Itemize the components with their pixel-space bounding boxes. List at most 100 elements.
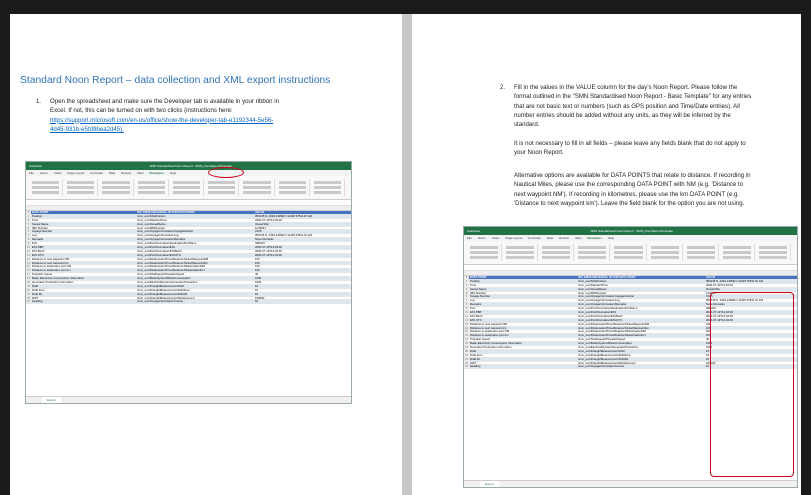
universal-id-cell[interactable]: /smn_uvo/VoyageInformation/VoyageNumber bbox=[577, 295, 705, 298]
data-point-cell[interactable]: Voyage Number bbox=[31, 230, 136, 233]
universal-id-cell[interactable]: /smn_uvo/PortInformation/ETABerth bbox=[136, 250, 254, 253]
ribbon-control[interactable] bbox=[208, 191, 236, 194]
universal-id-cell[interactable]: /smn_uvo/IMONumber bbox=[136, 227, 254, 230]
ribbon-control[interactable] bbox=[243, 191, 271, 194]
data-point-cell[interactable]: Generator Production Information bbox=[31, 281, 136, 284]
universal-id-cell[interactable]: /smn_uvo/Shaftspeed/PropellerSpeed bbox=[577, 338, 705, 341]
ribbon-control[interactable] bbox=[470, 246, 499, 249]
value-cell[interactable]: 051045 N, 4494.1405E N 12118 07811 W 123 bbox=[705, 280, 797, 283]
value-cell[interactable]: 2020-07-13T14:32:00 bbox=[254, 254, 351, 257]
data-point-cell[interactable]: Distance to destination port NM bbox=[31, 265, 136, 268]
ribbon-control[interactable] bbox=[506, 256, 535, 259]
data-point-cell[interactable]: Boiler Electricity Consumption Informati… bbox=[31, 277, 136, 280]
ribbon-control[interactable] bbox=[102, 191, 130, 194]
value-cell[interactable]: 10 bbox=[254, 300, 351, 303]
universal-id-cell[interactable]: /smn_uvo/ShipPosition bbox=[136, 215, 254, 218]
universal-id-cell[interactable]: /smn_uvo/PortInformation/ETAUTS bbox=[577, 319, 705, 322]
data-point-cell[interactable]: Distance to next waypoint NM bbox=[31, 258, 136, 261]
data-point-cell[interactable]: Distance to destination port km bbox=[469, 334, 577, 337]
universal-id-cell[interactable]: /smn_uvo/VoyageInformation/Leg bbox=[136, 234, 254, 237]
data-point-cell[interactable]: Voyage Number bbox=[469, 295, 577, 298]
data-point-cell[interactable]: Position bbox=[469, 280, 577, 283]
ribbon-control[interactable] bbox=[542, 256, 571, 259]
universal-id-cell[interactable]: /smn_uvo/DistanceAndTime/DistanceToNextW… bbox=[577, 323, 705, 326]
data-point-cell[interactable]: Remarks bbox=[469, 303, 577, 306]
ribbon-control[interactable] bbox=[172, 181, 201, 184]
value-cell[interactable]: V125 bbox=[254, 230, 351, 233]
universal-id-cell[interactable]: /smn_uvo/VoyageInformation/Remarks bbox=[136, 238, 254, 241]
ribbon-control[interactable] bbox=[686, 256, 715, 259]
universal-id-cell[interactable]: /smn_uvo/IMONumber bbox=[577, 292, 705, 295]
value-cell[interactable]: OceanShip bbox=[705, 288, 797, 291]
ribbon-control[interactable] bbox=[758, 251, 787, 254]
data-point-cell[interactable]: Vessel Name bbox=[31, 223, 136, 226]
ribbon-control[interactable] bbox=[137, 181, 165, 184]
data-point-cell[interactable]: Distance to destination port NM bbox=[469, 330, 577, 333]
data-point-cell[interactable]: Draft bbox=[469, 350, 577, 353]
developer-tab-help-link-cont[interactable]: 4d45-931b-e5fd9bea2d45). bbox=[50, 125, 395, 134]
ribbon-control[interactable] bbox=[614, 246, 643, 249]
value-cell[interactable]: 2020-07-13T14:32:00 bbox=[254, 250, 351, 253]
universal-id-cell[interactable]: /smn_uvo/PortInformation/DestinationPort… bbox=[136, 242, 254, 245]
universal-id-cell[interactable]: /smn_uvo/BoilerSystem/BoilerConsumption bbox=[136, 277, 254, 280]
ribbon-control[interactable] bbox=[243, 181, 271, 184]
universal-id-cell[interactable]: /smn_uvo/PortInformation/ETA bbox=[136, 246, 254, 249]
data-point-cell[interactable]: Propeller Speed bbox=[469, 338, 577, 341]
data-point-cell[interactable]: ETA PBP bbox=[31, 246, 136, 249]
ribbon-control[interactable] bbox=[208, 181, 236, 184]
universal-id-cell[interactable]: /smn_uvo/DraughtMeasurement/Displacement bbox=[136, 297, 254, 300]
data-point-cell[interactable]: ETA UTS bbox=[469, 319, 577, 322]
data-point-cell[interactable]: DWT bbox=[469, 362, 577, 365]
universal-id-cell[interactable]: /smn_uvo/PortInformation/ETABerth bbox=[577, 315, 705, 318]
ribbon-control[interactable] bbox=[542, 246, 571, 249]
ribbon-control[interactable] bbox=[67, 186, 95, 189]
data-point-cell[interactable]: Distance to next waypoint km bbox=[31, 262, 136, 265]
value-cell[interactable]: 1000 bbox=[254, 277, 351, 280]
value-cell[interactable]: 10 bbox=[254, 293, 351, 296]
ribbon-control[interactable] bbox=[506, 246, 535, 249]
data-point-cell[interactable]: Heading bbox=[31, 300, 136, 303]
universal-id-cell[interactable]: /smn_uvo/DraughtMeasurement/DraftFore bbox=[577, 354, 705, 357]
ribbon-control[interactable] bbox=[614, 251, 643, 254]
value-cell[interactable]: 100 bbox=[254, 262, 351, 265]
ribbon-control[interactable] bbox=[278, 181, 306, 184]
ribbon-control[interactable] bbox=[650, 246, 679, 249]
value-cell[interactable]: 100000 bbox=[254, 297, 351, 300]
data-point-cell[interactable]: Remarks bbox=[31, 238, 136, 241]
universal-id-cell[interactable]: /smn_uvo/DistanceAndTime/DistanceToNextW… bbox=[577, 327, 705, 330]
ribbon-control[interactable] bbox=[470, 256, 499, 259]
data-point-cell[interactable]: Draft Fore bbox=[31, 289, 136, 292]
value-cell[interactable]: 100 bbox=[254, 258, 351, 261]
data-point-cell[interactable]: DWT bbox=[31, 297, 136, 300]
universal-id-cell[interactable]: /smn_uvo/ElectricalSystem/GeneratorProdu… bbox=[136, 281, 254, 284]
data-point-cell[interactable]: Boiler Electricity Consumption Informati… bbox=[469, 342, 577, 345]
value-cell[interactable]: 100 bbox=[254, 265, 351, 268]
ribbon-control[interactable] bbox=[758, 256, 787, 259]
data-point-cell[interactable]: ETA Berth bbox=[31, 250, 136, 253]
value-cell[interactable]: 1234567 bbox=[254, 227, 351, 230]
ribbon-control[interactable] bbox=[614, 256, 643, 259]
universal-id-cell[interactable]: /smn_uvo/VoyageInformation/Course bbox=[136, 300, 254, 303]
universal-id-cell[interactable]: /smn_uvo/DateAndTime bbox=[136, 219, 254, 222]
ribbon-control[interactable] bbox=[686, 246, 715, 249]
data-point-cell[interactable]: Time bbox=[31, 219, 136, 222]
data-point-cell[interactable]: Leg bbox=[31, 234, 136, 237]
universal-id-cell[interactable]: /smn_uvo/VoyageInformation/Course bbox=[577, 365, 705, 368]
data-point-cell[interactable]: Vessel Name bbox=[469, 288, 577, 291]
ribbon-control[interactable] bbox=[172, 186, 201, 189]
data-point-cell[interactable]: ETA UTS bbox=[31, 254, 136, 257]
ribbon-control[interactable] bbox=[137, 186, 165, 189]
data-point-cell[interactable]: Port bbox=[469, 307, 577, 310]
universal-id-cell[interactable]: /smn_uvo/DistanceAndTime/DistanceToDesti… bbox=[577, 330, 705, 333]
ribbon-control[interactable] bbox=[650, 256, 679, 259]
universal-id-cell[interactable]: /smn_uvo/PortInformation/DestinationPort… bbox=[577, 307, 705, 310]
ribbon-control[interactable] bbox=[470, 251, 499, 254]
ribbon-control[interactable] bbox=[67, 181, 95, 184]
data-point-cell[interactable]: Draft bbox=[31, 285, 136, 288]
value-cell[interactable]: 40 bbox=[254, 273, 351, 276]
ribbon-control[interactable] bbox=[278, 191, 306, 194]
data-point-cell[interactable]: Distance to next waypoint km bbox=[469, 327, 577, 330]
ribbon-control[interactable] bbox=[578, 251, 607, 254]
ribbon-control[interactable] bbox=[506, 251, 535, 254]
data-point-cell[interactable]: Draft Fore bbox=[469, 354, 577, 357]
